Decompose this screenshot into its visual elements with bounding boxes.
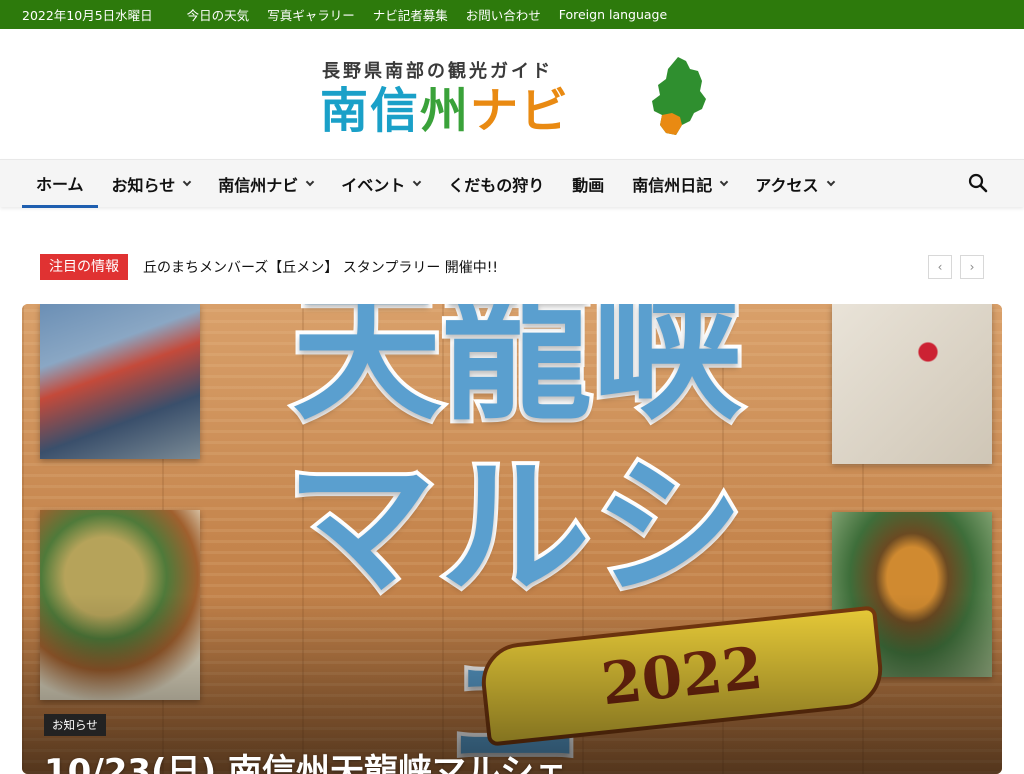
news-ticker: 注目の情報 丘のまちメンバーズ【丘メン】 スタンプラリー 開催中!! ‹ ›	[40, 254, 984, 280]
chevron-down-icon	[720, 177, 729, 187]
top-link-recruit[interactable]: ナビ記者募集	[373, 5, 448, 24]
nav-news[interactable]: お知らせ	[98, 160, 205, 208]
logo-tagline: 長野県南部の観光ガイド	[322, 61, 553, 82]
top-bar: 2022年10月5日水曜日 今日の天気 写真ギャラリー ナビ記者募集 お問い合わ…	[0, 0, 1024, 29]
nav-fruit-picking[interactable]: くだもの狩り	[434, 160, 558, 208]
nav-home[interactable]: ホーム	[22, 160, 98, 208]
jewelry-photo	[832, 304, 992, 464]
nav-minamishinshu-navi[interactable]: 南信州ナビ	[204, 160, 327, 208]
top-link-contact[interactable]: お問い合わせ	[466, 5, 541, 24]
chevron-down-icon	[182, 177, 192, 187]
top-link-gallery[interactable]: 写真ギャラリー	[267, 5, 355, 24]
nav-diary[interactable]: 南信州日記	[618, 160, 741, 208]
featured-headline[interactable]: 10/23(日) 南信州天龍峡マルシェ	[44, 744, 568, 774]
search-icon[interactable]	[968, 173, 988, 193]
chevron-down-icon	[305, 177, 315, 187]
market-photo	[40, 304, 200, 459]
nav-videos[interactable]: 動画	[558, 160, 618, 208]
main-navigation: ホーム お知らせ 南信州ナビ イベント くだもの狩り 動画 南信州日記 アクセス	[0, 159, 1024, 208]
ticker-headline-link[interactable]: 丘のまちメンバーズ【丘メン】 スタンプラリー 開催中!!	[143, 257, 498, 277]
chevron-down-icon	[826, 177, 835, 187]
ticker-next-button[interactable]: ›	[960, 255, 984, 279]
category-badge[interactable]: お知らせ	[44, 714, 106, 736]
logo-name: 南信州ナビ	[320, 83, 571, 139]
top-link-foreign[interactable]: Foreign language	[559, 7, 667, 22]
nagano-map-icon	[652, 57, 706, 135]
current-date: 2022年10月5日水曜日	[22, 8, 153, 23]
nav-events[interactable]: イベント	[327, 160, 434, 208]
ticker-prev-button[interactable]: ‹	[928, 255, 952, 279]
featured-article[interactable]: 天龍峡 マルシェ 2022 お知らせ 10/23(日) 南信州天龍峡マルシェ	[22, 304, 1002, 774]
site-header: 長野県南部の観光ガイド 南信州ナビ	[0, 29, 1024, 159]
top-link-weather[interactable]: 今日の天気	[187, 5, 250, 24]
site-logo[interactable]: 長野県南部の観光ガイド 南信州ナビ	[320, 53, 710, 165]
nav-access[interactable]: アクセス	[741, 160, 847, 208]
chevron-down-icon	[413, 177, 422, 187]
ticker-label: 注目の情報	[40, 254, 128, 280]
